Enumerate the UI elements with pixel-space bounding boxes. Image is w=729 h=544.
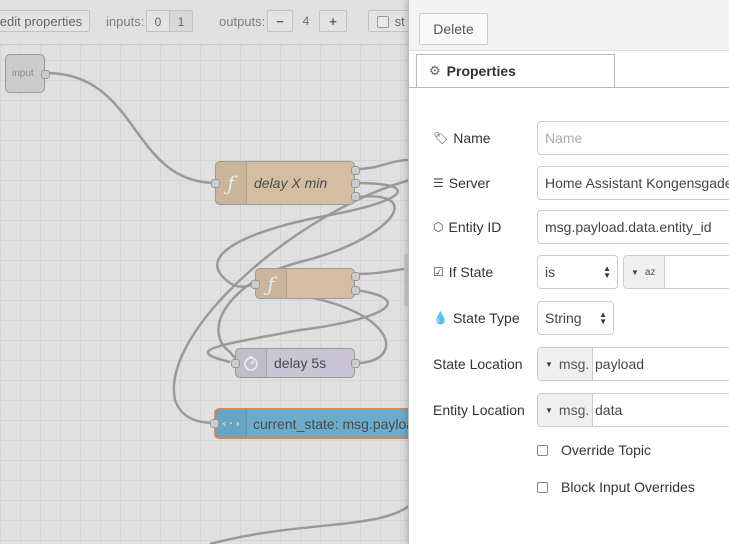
input-node-output-port[interactable] [41, 70, 50, 79]
name-label: 🏷 Name [433, 121, 491, 155]
server-label: ☰ Server [433, 166, 490, 200]
delete-button[interactable]: Delete [419, 13, 488, 45]
api-node-icon: ‹·› [216, 410, 247, 437]
chevron-down-icon: ▼ [631, 267, 639, 277]
flow-canvas[interactable]: input ƒ delay X min ƒ delay 5s ‹·› curre… [0, 0, 408, 544]
tag-icon: 🏷 [433, 131, 449, 145]
tab-properties[interactable]: ⚙ Properties [416, 54, 615, 87]
select-arrows-icon: ▲ ▼ [599, 310, 607, 326]
name-row: 🏷 Name Name [433, 121, 729, 155]
entity-id-label: ⬡ Entity ID [433, 210, 501, 244]
server-icon: ☰ [433, 176, 444, 190]
select-arrows-icon: ▲ ▼ [603, 264, 611, 280]
output-port-2[interactable] [351, 179, 360, 188]
outputs-label: outputs: [219, 14, 266, 29]
tab-properties-label: Properties [446, 63, 516, 79]
name-input[interactable]: Name [537, 121, 729, 155]
block-input-overrides-label: Block Input Overrides [561, 479, 695, 495]
inputs-option-1[interactable]: 1 [169, 10, 193, 32]
state-type-label-text: State Type [452, 310, 520, 326]
if-state-operator-select[interactable]: is ▲ ▼ [537, 255, 618, 289]
if-state-row: ☑ If State is ▲ ▼ ▼ az [433, 255, 729, 289]
input-node-label: input [12, 68, 34, 79]
if-state-label: ☑ If State [433, 255, 493, 289]
state-location-row: State Location ▼ msg. payload [433, 347, 729, 381]
node-label: delay X min [254, 175, 328, 191]
truncated-check-label: st [394, 14, 405, 29]
output-port-2[interactable] [351, 286, 360, 295]
input-port[interactable] [251, 280, 260, 289]
name-label-text: Name [453, 130, 491, 146]
state-type-value: String [545, 310, 582, 326]
inputs-label: inputs: [106, 14, 145, 29]
state-type-row: 💧 State Type String ▲ ▼ [433, 301, 729, 335]
outputs-decrement-button[interactable]: − [267, 10, 293, 32]
gear-icon: ⚙ [429, 63, 441, 78]
state-location-label: State Location [433, 356, 523, 372]
truncated-checkbox[interactable] [377, 16, 389, 28]
tray-tabs: ⚙ Properties [409, 54, 729, 88]
timer-icon [236, 349, 267, 377]
string-type-icon: az [644, 266, 656, 278]
chevron-down-icon: ▼ [545, 359, 553, 369]
edit-properties-button[interactable]: edit properties [0, 10, 90, 32]
output-port[interactable] [351, 359, 360, 368]
function-node-toolbar: edit properties inputs: 0 1 outputs: − 4… [0, 0, 408, 45]
state-location-value: payload [595, 356, 645, 372]
function-icon: ƒ [256, 269, 287, 298]
truncated-option[interactable]: st [368, 10, 408, 32]
node-edit-tray: Delete ⚙ Properties 🏷 Name Name ☰ Server… [408, 0, 729, 544]
input-port[interactable] [211, 179, 220, 188]
state-type-select[interactable]: String ▲ ▼ [537, 301, 614, 335]
entity-location-type-button[interactable]: ▼ msg. [538, 394, 593, 426]
state-location-input[interactable]: ▼ msg. payload [537, 347, 729, 381]
outputs-increment-button[interactable]: + [319, 10, 347, 32]
chevron-down-icon: ▼ [545, 405, 553, 415]
function-node[interactable]: ƒ [251, 268, 360, 299]
node-label: current_state: msg.payload [253, 415, 408, 432]
node-label: delay 5s [274, 355, 327, 371]
if-state-value-input[interactable]: ▼ az [623, 255, 729, 289]
inputs-option-0[interactable]: 0 [146, 10, 170, 32]
delay-node-5s[interactable]: delay 5s [231, 348, 360, 378]
entity-location-value: data [595, 402, 623, 418]
outputs-value[interactable]: 4 [293, 10, 319, 32]
override-topic-option[interactable]: Override Topic [537, 440, 651, 460]
drop-icon: 💧 [433, 311, 448, 325]
tray-header: Delete [409, 0, 729, 51]
output-port-3[interactable] [351, 192, 360, 201]
cube-icon: ⬡ [433, 220, 444, 234]
block-input-overrides-option[interactable]: Block Input Overrides [537, 477, 695, 497]
function-node-delay-x-min[interactable]: ƒ delay X min [211, 161, 360, 205]
entity-location-input[interactable]: ▼ msg. data [537, 393, 729, 427]
output-port-1[interactable] [351, 272, 360, 281]
server-select[interactable]: Home Assistant Kongensgade [537, 166, 729, 200]
state-location-type-button[interactable]: ▼ msg. [538, 348, 593, 380]
entity-location-row: Entity Location ▼ msg. data [433, 393, 729, 427]
block-input-overrides-checkbox[interactable] [537, 481, 548, 493]
entity-id-input[interactable]: msg.payload.data.entity_id [537, 210, 729, 244]
input-node[interactable]: input [5, 54, 50, 93]
current-state-node[interactable]: ‹·› current_state: msg.payload [210, 408, 408, 439]
input-port[interactable] [210, 419, 219, 428]
server-row: ☰ Server Home Assistant Kongensgade [433, 166, 729, 200]
output-port-1[interactable] [351, 166, 360, 175]
if-state-type-button[interactable]: ▼ az [624, 256, 665, 288]
if-state-operator-value: is [545, 264, 556, 280]
override-topic-checkbox[interactable] [537, 444, 548, 456]
input-port[interactable] [231, 359, 240, 368]
entity-id-label-text: Entity ID [448, 219, 502, 235]
function-icon: ƒ [216, 162, 247, 204]
state-type-label: 💧 State Type [433, 301, 520, 335]
server-label-text: Server [448, 175, 490, 191]
checked-box-icon: ☑ [433, 265, 444, 279]
entity-location-type: msg. [558, 402, 590, 418]
entity-id-row: ⬡ Entity ID msg.payload.data.entity_id [433, 210, 729, 244]
if-state-label-text: If State [448, 264, 494, 280]
entity-location-label: Entity Location [433, 402, 525, 418]
override-topic-label: Override Topic [561, 442, 652, 458]
state-location-type: msg. [558, 356, 590, 372]
